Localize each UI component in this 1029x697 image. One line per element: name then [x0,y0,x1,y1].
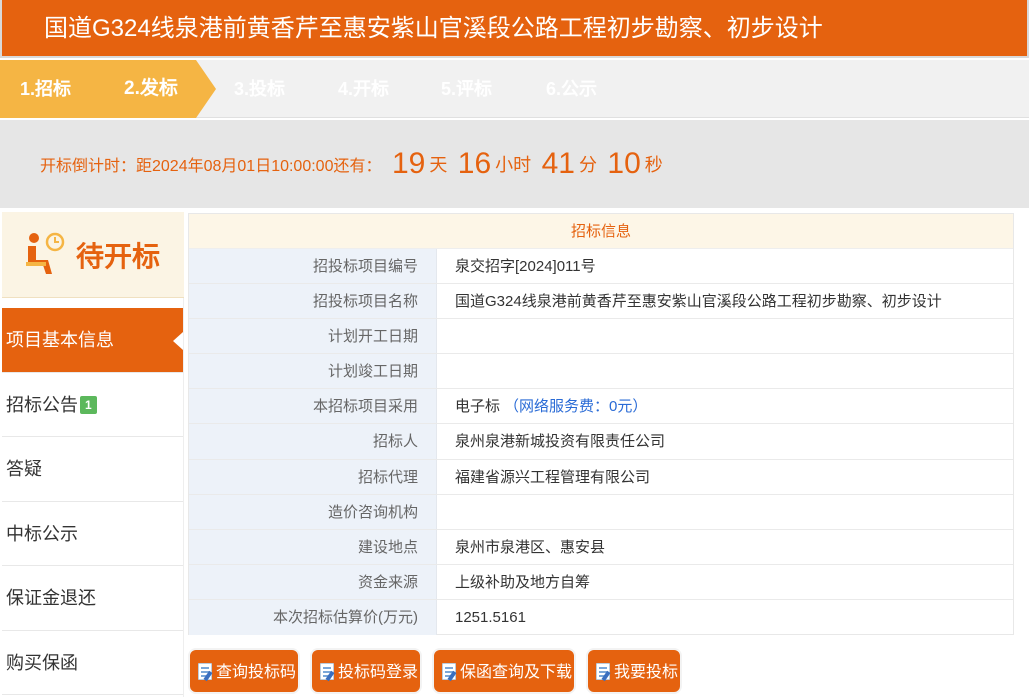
sidebar: 待开标 项目基本信息 招标公告 1 答疑 中标公示 保证金退还 购买保函 [2,212,184,697]
row-value: 1251.5161 [455,608,526,626]
table-row: 计划竣工日期 [189,354,1013,390]
step-5: 5.评标 [441,79,493,99]
status-label: 待开标 [76,240,161,272]
row-label: 招标代理 [189,459,437,494]
tender-info-heading: 招标信息 [189,214,1013,249]
countdown-hours-unit: 小时 [495,155,532,175]
page-title: 国道G324线泉港前黄香芹至惠安紫山官溪段公路工程初步勘察、初步设计 [0,0,1029,58]
step-1: 1.招标 [20,79,72,99]
sidebar-item-label: 招标公告 [6,394,78,415]
row-value: 上级补助及地方自筹 [455,573,591,591]
countdown-timer: 开标倒计时：距2024年08月01日10:00:00还有： 19 天 16 小时 4… [0,120,1029,208]
row-value [437,319,1013,353]
table-row: 造价咨询机构 [189,494,1013,530]
row-value: 泉州泉港新城投资有限责任公司 [455,433,666,451]
step-6: 6.公示 [546,79,598,99]
submit-bid-button[interactable]: 我要投标 [586,648,682,694]
row-value [437,354,1013,388]
query-bid-code-button[interactable]: 查询投标码 [188,648,300,694]
row-label: 招标人 [189,424,437,459]
row-value: 福建省源兴工程管理有限公司 [455,468,651,486]
countdown-seconds-unit: 秒 [644,155,663,175]
notice-count-badge: 1 [80,395,97,414]
row-value [437,495,1013,529]
countdown-hours: 16 [457,147,492,180]
table-row: 建设地点 泉州市泉港区、惠安县 [189,529,1013,565]
button-label: 查询投标码 [216,664,297,681]
button-label: 我要投标 [614,664,679,681]
sidebar-item-label: 购买保函 [6,652,78,673]
tender-info-table: 招标信息 招投标项目编号 泉交招字[2024]011号 招投标项目名称 国道G324… [188,213,1014,636]
row-label: 资金来源 [189,564,437,599]
progress-steps: 1.招标 2.发标 3.投标 4.开标 5.评标 6.公示 [0,60,1029,118]
countdown-days: 19 [391,147,426,180]
row-label: 造价咨询机构 [189,494,437,529]
sidebar-item-label: 中标公示 [6,523,78,544]
document-edit-icon [198,663,212,680]
table-row: 资金来源 上级补助及地方自筹 [189,564,1013,600]
guarantee-query-download-button[interactable]: 保函查询及下载 [432,648,576,694]
waiting-person-icon [26,232,65,274]
bid-type-value: 电子标 [455,398,501,416]
countdown-days-unit: 天 [429,155,448,175]
button-label: 保函查询及下载 [460,664,573,681]
table-row: 招投标项目名称 国道G324线泉港前黄香芹至惠安紫山官溪段公路工程初步勘察、初步设… [189,284,1013,320]
table-row: 本次招标估算价(万元) 1251.5161 [189,599,1013,636]
document-edit-icon [320,663,334,680]
document-edit-icon [442,663,456,680]
row-label: 招投标项目名称 [189,284,437,319]
step-4: 4.开标 [338,79,390,99]
step-3: 3.投标 [234,79,286,99]
sidebar-item-tender-notice[interactable]: 招标公告 1 [2,372,183,437]
table-row: 本招标项目采用 电子标 （网络服务费：0元） [189,389,1013,425]
sidebar-item-project-info[interactable]: 项目基本信息 [2,308,183,373]
sidebar-item-buy-guarantee[interactable]: 购买保函 [2,630,183,695]
table-row: 计划开工日期 [189,319,1013,355]
countdown-minutes: 41 [541,147,575,180]
sidebar-item-qa[interactable]: 答疑 [2,437,183,502]
service-fee-note: （网络服务费：0元） [504,398,648,416]
row-label: 计划开工日期 [189,319,437,354]
sidebar-item-label: 保证金退还 [6,588,96,608]
sidebar-item-deposit-refund[interactable]: 保证金退还 [2,566,183,631]
row-label: 本招标项目采用 [189,389,437,424]
countdown-minutes-unit: 分 [578,155,597,175]
row-label: 计划竣工日期 [189,354,437,389]
sidebar-item-label: 项目基本信息 [6,330,114,350]
row-label: 招投标项目编号 [189,249,437,284]
countdown-prefix: 开标倒计时：距2024年08月01日10:00:00还有： [40,158,382,175]
sidebar-item-label: 答疑 [6,459,42,479]
row-value: 电子标 （网络服务费：0元） [437,389,1013,423]
countdown-seconds: 10 [607,147,641,180]
step-2: 2.发标 [124,78,178,99]
sidebar-item-award-notice[interactable]: 中标公示 [2,501,183,566]
button-label: 投标码登录 [338,664,419,681]
row-value: 泉交招字[2024]011号 [455,258,596,275]
document-edit-icon [596,663,610,680]
row-value: 国道G324线泉港前黄香芹至惠安紫山官溪段公路工程初步勘察、初步设计 [455,293,942,311]
table-row: 招标人 泉州泉港新城投资有限责任公司 [189,424,1013,460]
row-value: 泉州市泉港区、惠安县 [455,538,606,556]
row-label: 本次招标估算价(万元) [189,599,437,636]
table-row: 招投标项目编号 泉交招字[2024]011号 [189,249,1013,285]
row-label: 建设地点 [189,529,437,564]
table-row: 招标代理 福建省源兴工程管理有限公司 [189,459,1013,495]
bid-code-login-button[interactable]: 投标码登录 [310,648,422,694]
status-box: 待开标 [2,212,184,298]
